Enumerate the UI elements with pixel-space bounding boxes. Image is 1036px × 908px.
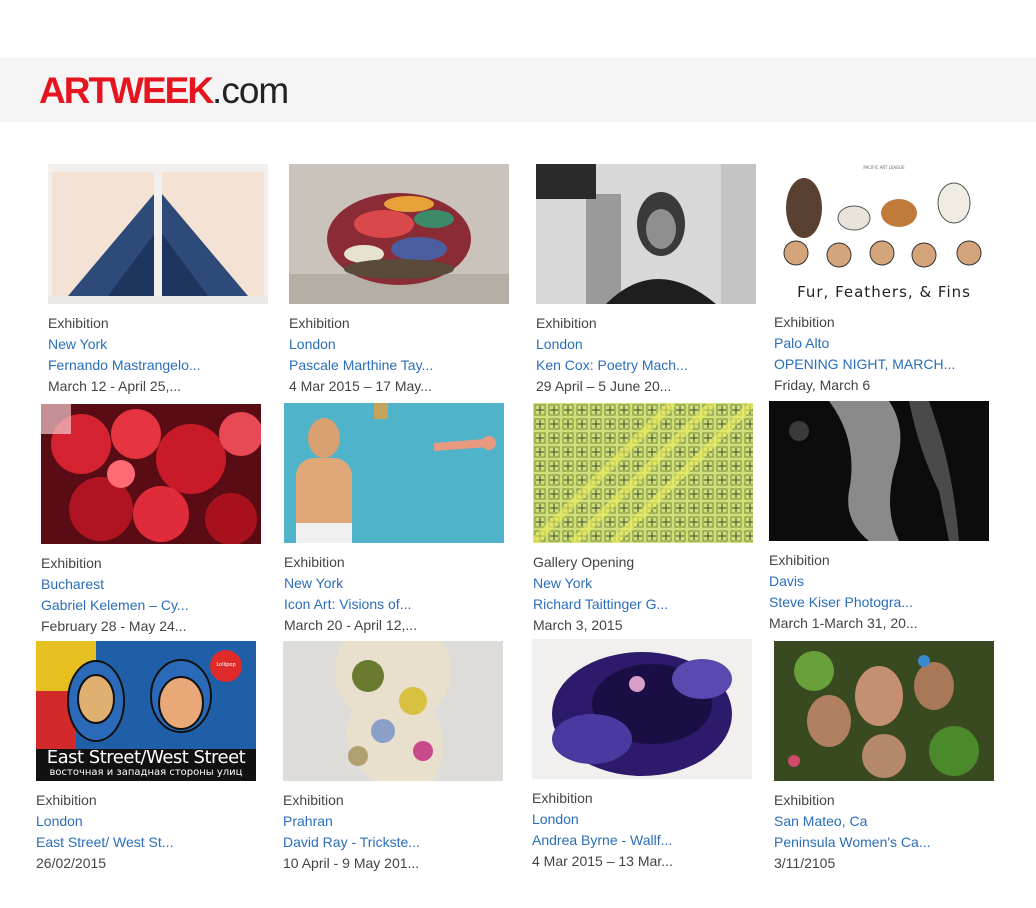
event-date: Friday, March 6 — [774, 377, 871, 393]
event-location-link[interactable]: Bucharest — [41, 574, 263, 595]
event-card: PACIFIC ART LEAGUE Fur, Feathers, & Fins… — [774, 163, 996, 396]
event-title-link[interactable]: Ken Cox: Poetry Mach... — [536, 355, 758, 376]
event-image[interactable] — [284, 403, 504, 543]
event-location-link[interactable]: London — [36, 811, 258, 832]
event-date: 3/11/2105 — [774, 855, 836, 871]
image-caption-subtext: PACIFIC ART LEAGUE — [863, 165, 905, 170]
event-title-link[interactable]: Richard Taittinger G... — [533, 594, 755, 615]
event-type: Exhibition — [284, 554, 345, 570]
event-type: Exhibition — [41, 555, 102, 571]
image-caption-subtext: восточная и западная стороны улиц — [49, 767, 243, 778]
event-image[interactable] — [536, 164, 756, 304]
event-title-link[interactable]: David Ray - Trickste... — [283, 832, 505, 853]
event-location-link[interactable]: New York — [284, 573, 506, 594]
event-image[interactable] — [774, 641, 994, 781]
event-date: March 12 - April 25,... — [48, 378, 182, 394]
event-card: Exhibition London Ken Cox: Poetry Mach..… — [536, 164, 758, 397]
event-card: Lollipop East Street/West Street восточн… — [36, 641, 258, 874]
event-location-link[interactable]: London — [536, 334, 758, 355]
event-title-link[interactable]: Gabriel Kelemen – Cy... — [41, 595, 263, 616]
event-date: February 28 - May 24... — [41, 618, 187, 634]
image-caption: Fur, Feathers, & Fins — [797, 283, 971, 301]
event-date: 10 April - 9 May 201... — [283, 855, 420, 871]
event-card: Exhibition New York Icon Art: Visions of… — [284, 403, 506, 636]
site-header: ARTWEEK.com — [0, 58, 1036, 122]
event-date: March 20 - April 12,... — [284, 617, 418, 633]
event-image[interactable] — [283, 641, 503, 781]
event-type: Exhibition — [289, 315, 350, 331]
event-date: 4 Mar 2015 – 13 Mar... — [532, 853, 673, 869]
image-caption: East Street/West Street — [46, 747, 246, 768]
event-date: 4 Mar 2015 – 17 May... — [289, 378, 432, 394]
event-title-link[interactable]: Andrea Byrne - Wallf... — [532, 830, 754, 851]
event-card: Exhibition London Andrea Byrne - Wallf..… — [532, 639, 754, 872]
event-type: Exhibition — [774, 792, 835, 808]
event-location-link[interactable]: San Mateo, Ca — [774, 811, 996, 832]
event-title-link[interactable]: Peninsula Women's Ca... — [774, 832, 996, 853]
event-title-link[interactable]: East Street/ West St... — [36, 832, 258, 853]
event-type: Exhibition — [36, 792, 97, 808]
event-location-link[interactable]: New York — [48, 334, 270, 355]
logo-tld: .com — [212, 70, 289, 111]
event-title-link[interactable]: Pascale Marthine Tay... — [289, 355, 511, 376]
event-type: Exhibition — [532, 790, 593, 806]
image-badge: Lollipop — [216, 662, 236, 668]
event-title-link[interactable]: Icon Art: Visions of... — [284, 594, 506, 615]
event-card: Exhibition New York Fernando Mastrangelo… — [48, 164, 270, 397]
event-title-link[interactable]: Fernando Mastrangelo... — [48, 355, 270, 376]
event-card: Exhibition Prahran David Ray - Trickste.… — [283, 641, 505, 874]
event-location-link[interactable]: New York — [533, 573, 755, 594]
event-date: March 3, 2015 — [533, 617, 623, 633]
event-card: Exhibition Davis Steve Kiser Photogra...… — [769, 401, 991, 634]
event-date: 29 April – 5 June 20... — [536, 378, 672, 394]
event-type: Gallery Opening — [533, 554, 635, 570]
artweek-logo[interactable]: ARTWEEK.com — [39, 70, 289, 111]
event-type: Exhibition — [774, 314, 835, 330]
event-date: 26/02/2015 — [36, 855, 107, 871]
event-location-link[interactable]: Palo Alto — [774, 333, 996, 354]
event-image[interactable] — [48, 164, 268, 304]
event-card: Exhibition San Mateo, Ca Peninsula Women… — [774, 641, 996, 874]
event-image[interactable]: PACIFIC ART LEAGUE Fur, Feathers, & Fins — [774, 163, 994, 303]
event-image[interactable]: Lollipop East Street/West Street восточн… — [36, 641, 256, 781]
event-location-link[interactable]: Davis — [769, 571, 991, 592]
event-type: Exhibition — [536, 315, 597, 331]
event-card: Exhibition Bucharest Gabriel Kelemen – C… — [41, 404, 263, 637]
event-image[interactable] — [769, 401, 989, 541]
logo-brand: ARTWEEK — [39, 70, 214, 111]
event-card: Gallery Opening New York Richard Taittin… — [533, 403, 755, 636]
event-type: Exhibition — [48, 315, 109, 331]
event-image[interactable] — [533, 403, 753, 543]
event-title-link[interactable]: OPENING NIGHT, MARCH... — [774, 354, 996, 375]
event-date: March 1-March 31, 20... — [769, 615, 918, 631]
event-image[interactable] — [41, 404, 261, 544]
event-type: Exhibition — [769, 552, 830, 568]
event-location-link[interactable]: Prahran — [283, 811, 505, 832]
event-type: Exhibition — [283, 792, 344, 808]
event-image[interactable] — [532, 639, 752, 779]
event-image[interactable] — [289, 164, 509, 304]
event-location-link[interactable]: London — [532, 809, 754, 830]
event-card: Exhibition London Pascale Marthine Tay..… — [289, 164, 511, 397]
event-title-link[interactable]: Steve Kiser Photogra... — [769, 592, 991, 613]
event-location-link[interactable]: London — [289, 334, 511, 355]
